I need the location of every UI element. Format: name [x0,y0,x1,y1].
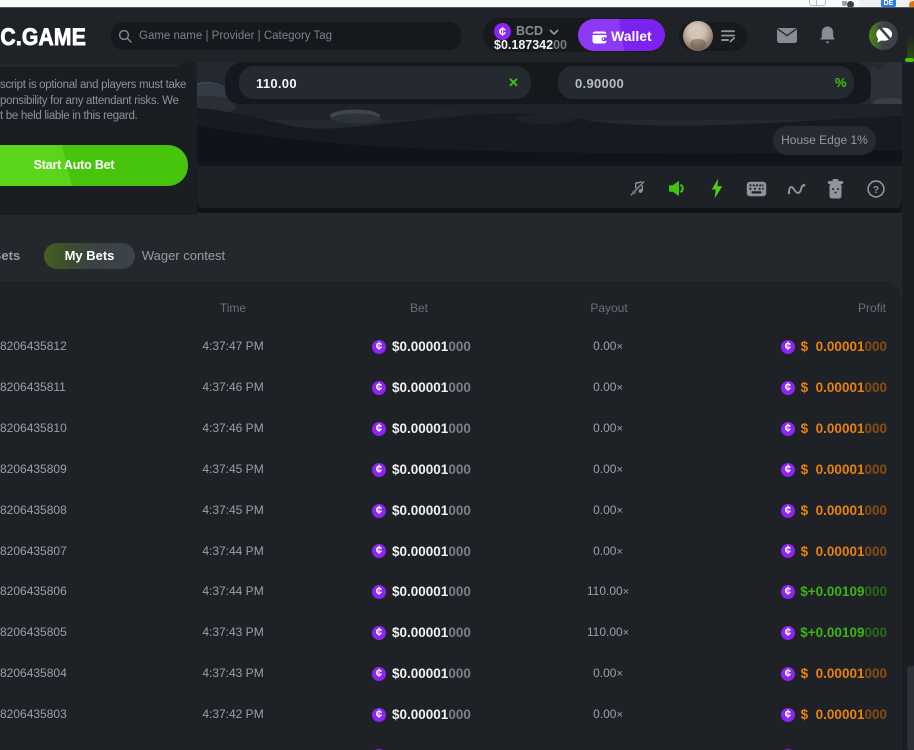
svg-text:?: ? [873,184,879,196]
